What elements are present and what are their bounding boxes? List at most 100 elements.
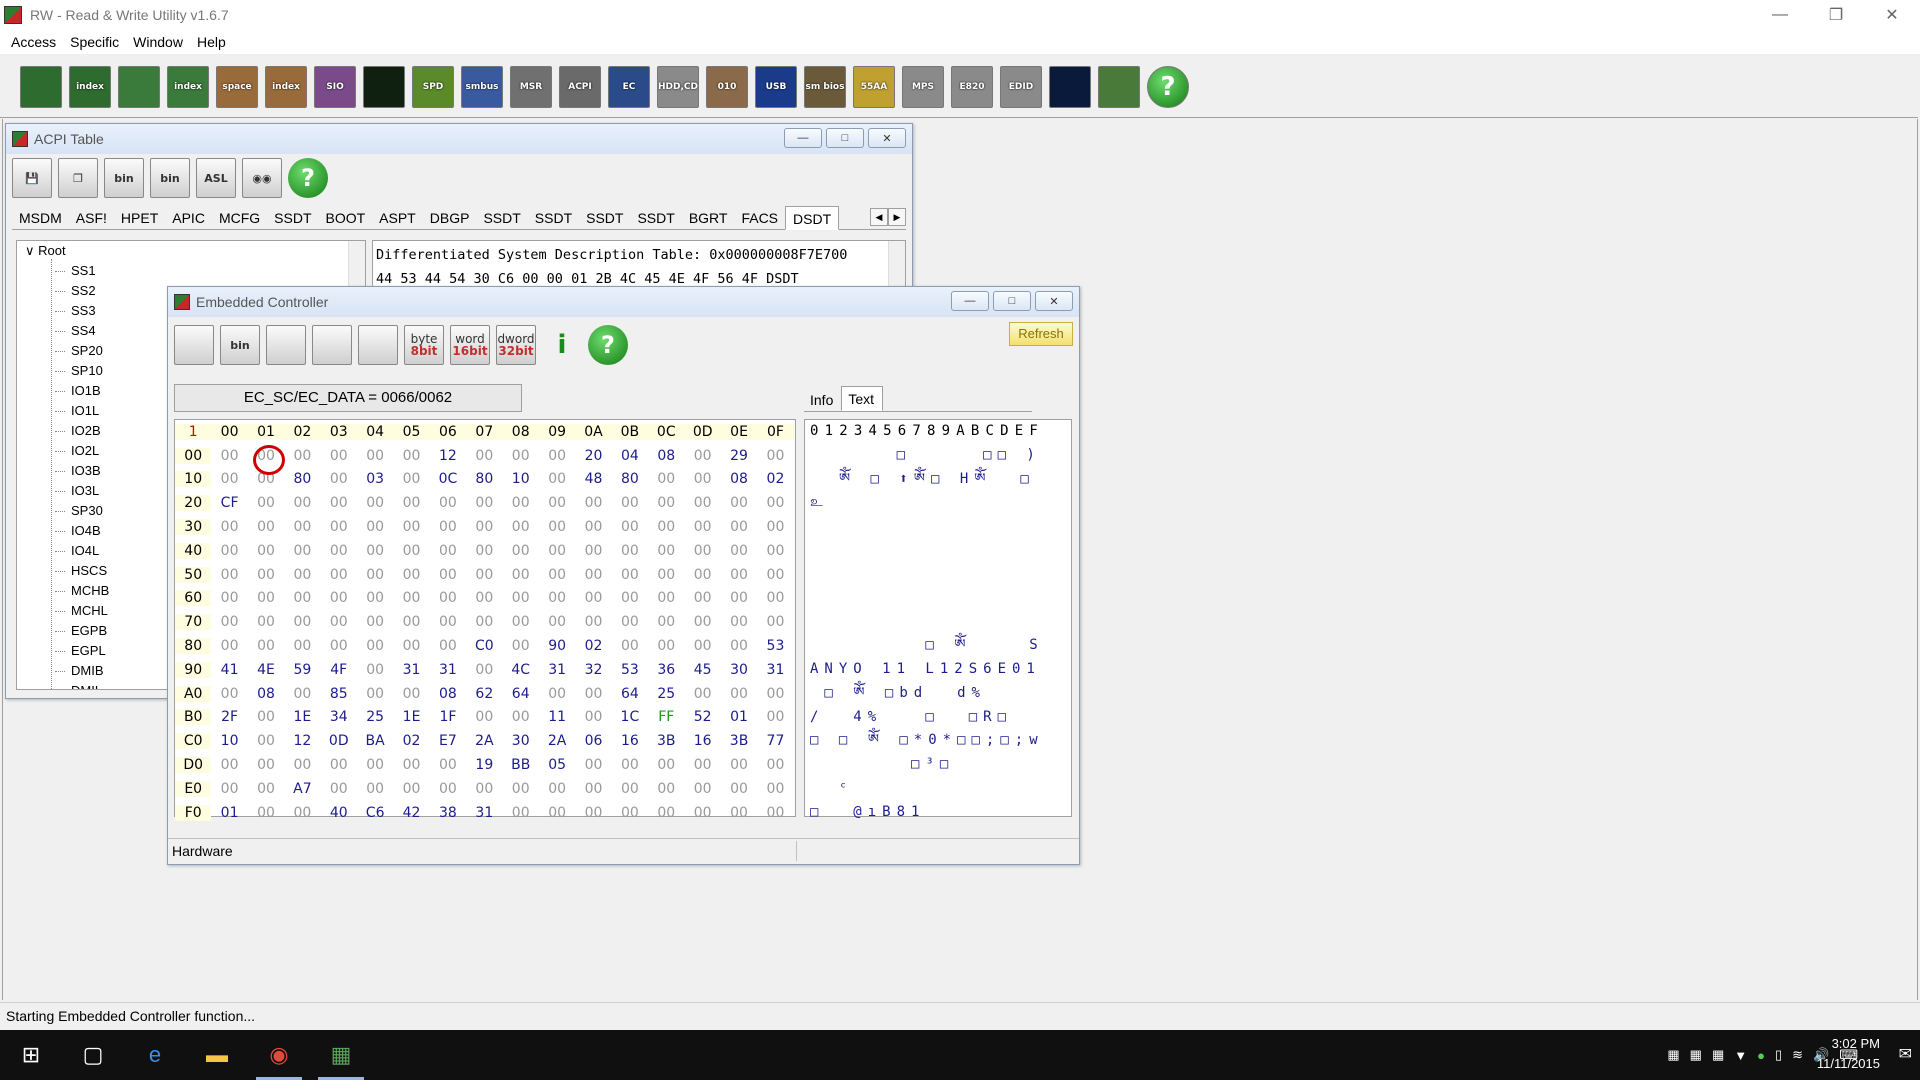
register-cell[interactable]: 00 [248,448,284,464]
ec-close-button[interactable]: ✕ [1035,291,1073,311]
register-cell[interactable]: 00 [539,590,575,606]
register-cell[interactable]: 00 [430,614,466,630]
pci-index-icon[interactable]: index [69,65,111,108]
register-cell[interactable]: 00 [503,590,539,606]
register-cell[interactable]: 00 [721,519,757,535]
register-cell[interactable]: 00 [430,757,466,773]
register-cell[interactable]: 00 [466,590,502,606]
register-cell[interactable]: 00 [721,614,757,630]
register-cell[interactable]: 00 [211,543,247,559]
register-cell[interactable]: 16 [612,733,648,749]
register-cell[interactable]: 00 [757,495,793,511]
register-cell[interactable]: 00 [430,781,466,797]
register-cell[interactable]: 1F [430,709,466,725]
register-cell[interactable]: 00 [612,805,648,821]
register-cell[interactable]: 00 [575,519,611,535]
smbus-icon[interactable]: smbus [461,65,503,108]
register-cell[interactable]: 00 [393,781,429,797]
register-cell[interactable]: BB [503,757,539,773]
register-cell[interactable]: 1E [393,709,429,725]
clock[interactable]: 3:02 PM 11/11/2015 [1817,1034,1880,1074]
pci-icon[interactable] [20,65,62,108]
tab-bgrt[interactable]: BGRT [682,206,735,229]
register-cell[interactable]: 00 [248,805,284,821]
register-cell[interactable]: 1C [612,709,648,725]
usb-icon[interactable]: USB [755,65,797,108]
register-cell[interactable]: 45 [684,662,720,678]
register-cell[interactable]: 00 [466,567,502,583]
register-cell[interactable]: 00 [211,614,247,630]
oscilloscope-icon[interactable] [363,65,405,108]
register-cell[interactable]: 00 [248,519,284,535]
register-cell[interactable]: 00 [284,543,320,559]
tree-item[interactable]: IO1B [54,381,109,401]
register-cell[interactable]: 00 [430,543,466,559]
register-cell[interactable]: 00 [357,614,393,630]
register-cell[interactable]: C6 [357,805,393,821]
tab-msdm[interactable]: MSDM [12,206,69,229]
acpi-icon[interactable]: ACPI [559,65,601,108]
register-cell[interactable]: 00 [393,757,429,773]
register-cell[interactable]: 62 [466,686,502,702]
register-cell[interactable]: 00 [648,757,684,773]
tab-mcfg[interactable]: MCFG [212,206,267,229]
register-cell[interactable]: 00 [284,686,320,702]
register-cell[interactable]: 00 [503,448,539,464]
register-cell[interactable]: 31 [430,662,466,678]
register-cell[interactable]: 64 [612,686,648,702]
dword-icon[interactable]: dword 32bit [496,325,536,365]
register-cell[interactable]: 00 [575,709,611,725]
super-io-icon[interactable]: SIO [314,65,356,108]
edge-icon[interactable]: e [124,1030,186,1080]
register-cell[interactable]: 00 [357,590,393,606]
register-cell[interactable]: 30 [721,662,757,678]
register-cell[interactable]: 02 [575,638,611,654]
register-cell[interactable]: 00 [211,448,247,464]
register-cell[interactable]: 00 [284,519,320,535]
acpi-maximize-button[interactable]: □ [826,128,864,148]
register-cell[interactable]: 31 [757,662,793,678]
register-cell[interactable]: 41 [211,662,247,678]
register-cell[interactable]: 00 [430,567,466,583]
action-center-icon[interactable]: ✉ [1899,1044,1912,1064]
tree-item[interactable]: IO2L [54,441,109,461]
register-cell[interactable]: 0C [430,471,466,487]
register-cell[interactable]: 03 [357,471,393,487]
register-cell[interactable]: 00 [757,543,793,559]
register-cell[interactable]: 00 [684,805,720,821]
register-cell[interactable]: 00 [284,805,320,821]
register-cell[interactable]: 00 [648,471,684,487]
io-index-icon[interactable]: index [265,65,307,108]
register-cell[interactable]: 00 [721,757,757,773]
register-cell[interactable]: 00 [757,781,793,797]
register-cell[interactable]: 00 [357,662,393,678]
register-cell[interactable]: 00 [321,567,357,583]
tree-item[interactable]: SP10 [54,361,109,381]
register-cell[interactable]: 00 [430,495,466,511]
register-cell[interactable]: 00 [648,614,684,630]
register-cell[interactable]: 00 [248,614,284,630]
close-button[interactable]: ✕ [1864,0,1920,30]
register-cell[interactable]: 00 [684,495,720,511]
menu-specific[interactable]: Specific [63,34,126,50]
register-cell[interactable]: 42 [393,805,429,821]
register-cell[interactable]: 00 [321,781,357,797]
tab-apic[interactable]: APIC [165,206,212,229]
register-cell[interactable]: 00 [357,686,393,702]
save-icon[interactable] [174,325,214,365]
register-cell[interactable]: 00 [575,590,611,606]
register-cell[interactable]: 00 [393,448,429,464]
register-cell[interactable]: 00 [575,805,611,821]
tree-item[interactable]: HSCS [54,561,109,581]
tree-item[interactable]: DMIL [67,681,109,689]
smbios-icon[interactable]: sm bios [804,65,846,108]
register-cell[interactable]: 02 [757,471,793,487]
register-cell[interactable]: 00 [539,614,575,630]
tab-ssdt[interactable]: SSDT [630,206,681,229]
menu-window[interactable]: Window [126,34,190,50]
register-cell[interactable]: 00 [321,519,357,535]
register-cell[interactable]: 00 [503,519,539,535]
register-cell[interactable]: 00 [284,448,320,464]
register-cell[interactable]: 00 [466,448,502,464]
register-cell[interactable]: 00 [721,543,757,559]
